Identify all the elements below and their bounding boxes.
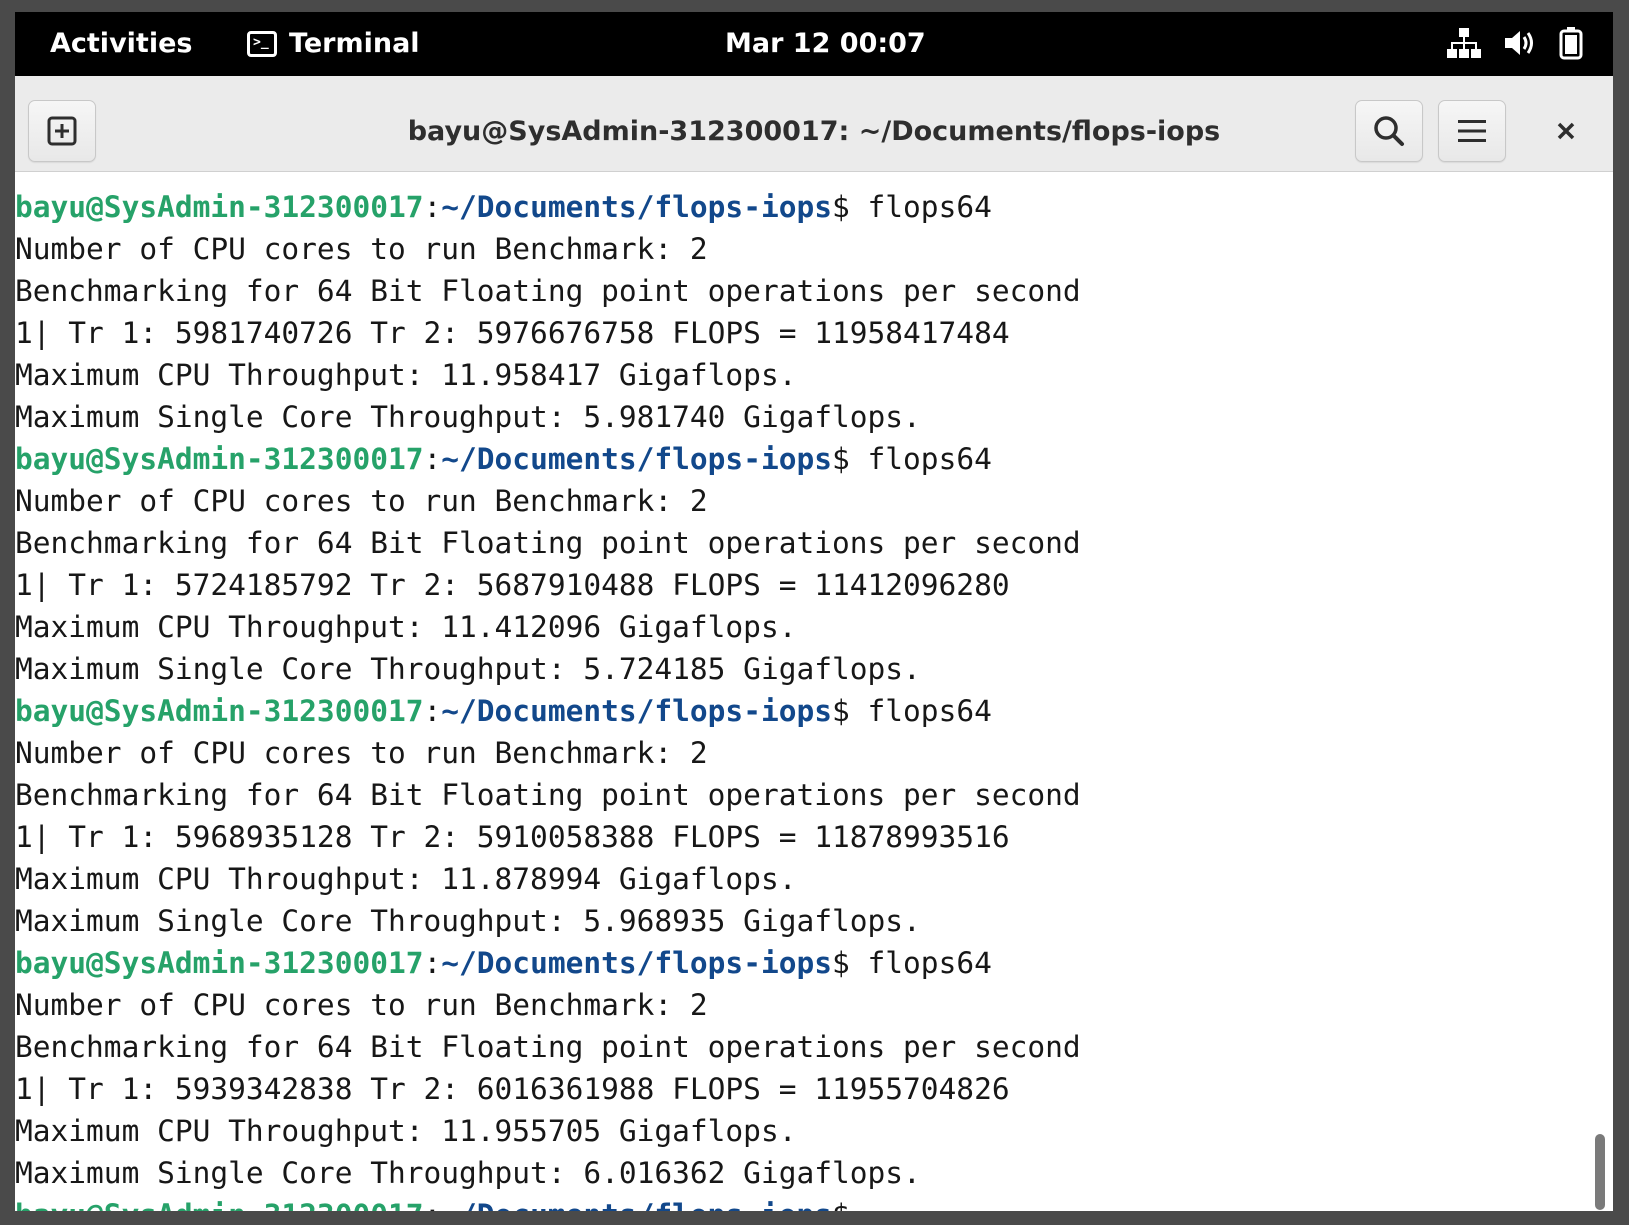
- main-menu-button[interactable]: [1438, 100, 1506, 162]
- prompt-user: bayu@SysAdmin-312300017: [15, 694, 424, 728]
- output-line: Maximum CPU Throughput: 11.958417 Gigafl…: [15, 358, 797, 392]
- prompt-separator: :: [423, 190, 442, 224]
- terminal-app-icon: >_: [247, 30, 277, 57]
- prompt-dollar: $: [832, 694, 850, 728]
- prompt-path: ~/Documents/flops-iops: [441, 442, 832, 476]
- prompt-user: bayu@SysAdmin-312300017: [15, 946, 424, 980]
- output-line: Maximum Single Core Throughput: 6.016362…: [15, 1156, 921, 1190]
- output-line: Number of CPU cores to run Benchmark: 2: [15, 988, 708, 1022]
- prompt-line: bayu@SysAdmin-312300017:~/Documents/flop…: [15, 690, 1603, 732]
- prompt-separator: :: [423, 442, 442, 476]
- prompt-path: ~/Documents/flops-iops: [441, 694, 832, 728]
- activities-button[interactable]: Activities: [50, 28, 192, 59]
- prompt-line: bayu@SysAdmin-312300017:~/Documents/flop…: [15, 438, 1603, 480]
- output-line: Number of CPU cores to run Benchmark: 2: [15, 736, 708, 770]
- terminal-scrollbar[interactable]: [1595, 1134, 1605, 1210]
- app-menu[interactable]: >_ Terminal: [247, 28, 420, 59]
- output-line: 1| Tr 1: 5939342838 Tr 2: 6016361988 FLO…: [15, 1072, 1010, 1106]
- search-button[interactable]: [1355, 100, 1423, 162]
- output-line: Number of CPU cores to run Benchmark: 2: [15, 232, 708, 266]
- network-wired-icon: [1447, 27, 1481, 59]
- prompt-separator: :: [423, 694, 442, 728]
- prompt-dollar: $: [832, 1198, 850, 1211]
- window-header-bar: bayu@SysAdmin-312300017: ~/Documents/flo…: [15, 76, 1613, 172]
- output-line: Benchmarking for 64 Bit Floating point o…: [15, 1030, 1081, 1064]
- output-line: Number of CPU cores to run Benchmark: 2: [15, 484, 708, 518]
- prompt-line: bayu@SysAdmin-312300017:~/Documents/flop…: [15, 186, 1603, 228]
- battery-icon: [1559, 26, 1583, 60]
- terminal-output[interactable]: bayu@SysAdmin-312300017:~/Documents/flop…: [15, 172, 1603, 1211]
- clock[interactable]: Mar 12 00:07: [725, 28, 926, 59]
- close-window-button[interactable]: [1535, 100, 1597, 162]
- hamburger-menu-icon: [1458, 120, 1486, 142]
- prompt-line: bayu@SysAdmin-312300017:~/Documents/flop…: [15, 942, 1603, 984]
- command-text: flops64: [849, 694, 992, 728]
- output-line: Benchmarking for 64 Bit Floating point o…: [15, 274, 1081, 308]
- output-line: Maximum CPU Throughput: 11.878994 Gigafl…: [15, 862, 797, 896]
- prompt-path: ~/Documents/flops-iops: [441, 1198, 832, 1211]
- prompt-user: bayu@SysAdmin-312300017: [15, 1198, 424, 1211]
- prompt-separator: :: [423, 946, 442, 980]
- prompt-user: bayu@SysAdmin-312300017: [15, 190, 424, 224]
- output-line: 1| Tr 1: 5724185792 Tr 2: 5687910488 FLO…: [15, 568, 1010, 602]
- desktop-screen: Activities >_ Terminal Mar 12 00:07 bayu…: [15, 12, 1613, 1211]
- prompt-dollar: $: [832, 946, 850, 980]
- output-line: Benchmarking for 64 Bit Floating point o…: [15, 526, 1081, 560]
- prompt-dollar: $: [832, 442, 850, 476]
- prompt-dollar: $: [832, 190, 850, 224]
- system-status-area[interactable]: [1447, 26, 1583, 60]
- prompt-path: ~/Documents/flops-iops: [441, 946, 832, 980]
- app-name: Terminal: [289, 28, 420, 59]
- prompt-line: bayu@SysAdmin-312300017:~/Documents/flop…: [15, 1194, 1603, 1211]
- prompt-path: ~/Documents/flops-iops: [441, 190, 832, 224]
- command-text: flops64: [849, 190, 992, 224]
- search-icon: [1374, 116, 1404, 146]
- output-line: Maximum CPU Throughput: 11.955705 Gigafl…: [15, 1114, 797, 1148]
- output-line: Maximum CPU Throughput: 11.412096 Gigafl…: [15, 610, 797, 644]
- output-line: Maximum Single Core Throughput: 5.968935…: [15, 904, 921, 938]
- prompt-separator: :: [424, 1198, 442, 1211]
- output-line: Benchmarking for 64 Bit Floating point o…: [15, 778, 1081, 812]
- command-text: flops64: [849, 946, 992, 980]
- output-line: 1| Tr 1: 5981740726 Tr 2: 5976676758 FLO…: [15, 316, 1010, 350]
- close-icon: [1557, 122, 1575, 140]
- volume-icon: [1503, 28, 1537, 58]
- output-line: Maximum Single Core Throughput: 5.724185…: [15, 652, 921, 686]
- output-line: 1| Tr 1: 5968935128 Tr 2: 5910058388 FLO…: [15, 820, 1010, 854]
- top-bar: Activities >_ Terminal Mar 12 00:07: [15, 12, 1613, 76]
- prompt-user: bayu@SysAdmin-312300017: [15, 442, 424, 476]
- output-line: Maximum Single Core Throughput: 5.981740…: [15, 400, 921, 434]
- command-text: flops64: [849, 442, 992, 476]
